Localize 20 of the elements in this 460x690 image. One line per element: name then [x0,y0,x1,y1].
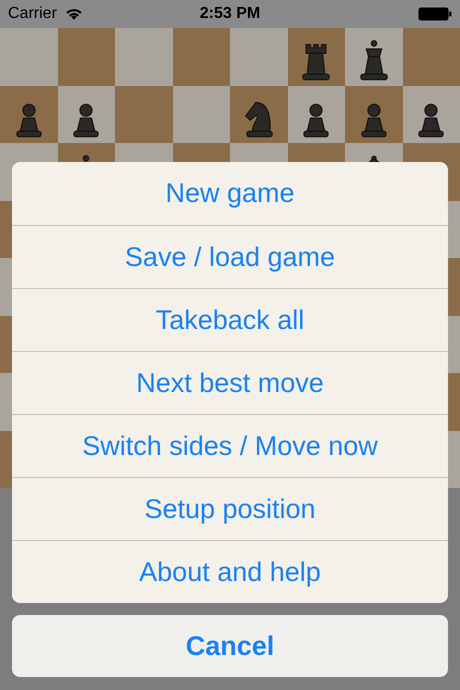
battery-icon [418,7,452,21]
menu-item[interactable]: Save / load game [12,225,448,288]
board-square[interactable] [345,86,402,143]
board-square[interactable] [0,86,58,143]
board-square[interactable] [288,86,345,143]
menu-item[interactable]: Setup position [12,477,448,540]
menu-item[interactable]: Switch sides / Move now [12,414,448,477]
menu-item[interactable]: Next best move [12,351,448,414]
board-square[interactable] [230,86,288,143]
wifi-icon [64,8,83,20]
cancel-button[interactable]: Cancel [12,615,448,677]
board-square[interactable] [288,28,345,86]
menu-item[interactable]: About and help [12,540,448,603]
board-square[interactable] [58,86,115,143]
menu-item[interactable]: Takeback all [12,288,448,351]
clock-time: 2:53 PM [200,4,260,24]
board-square[interactable] [402,86,460,143]
carrier-label: Carrier [8,4,57,24]
board-square[interactable] [345,28,402,86]
menu-item[interactable]: New game [12,162,448,225]
